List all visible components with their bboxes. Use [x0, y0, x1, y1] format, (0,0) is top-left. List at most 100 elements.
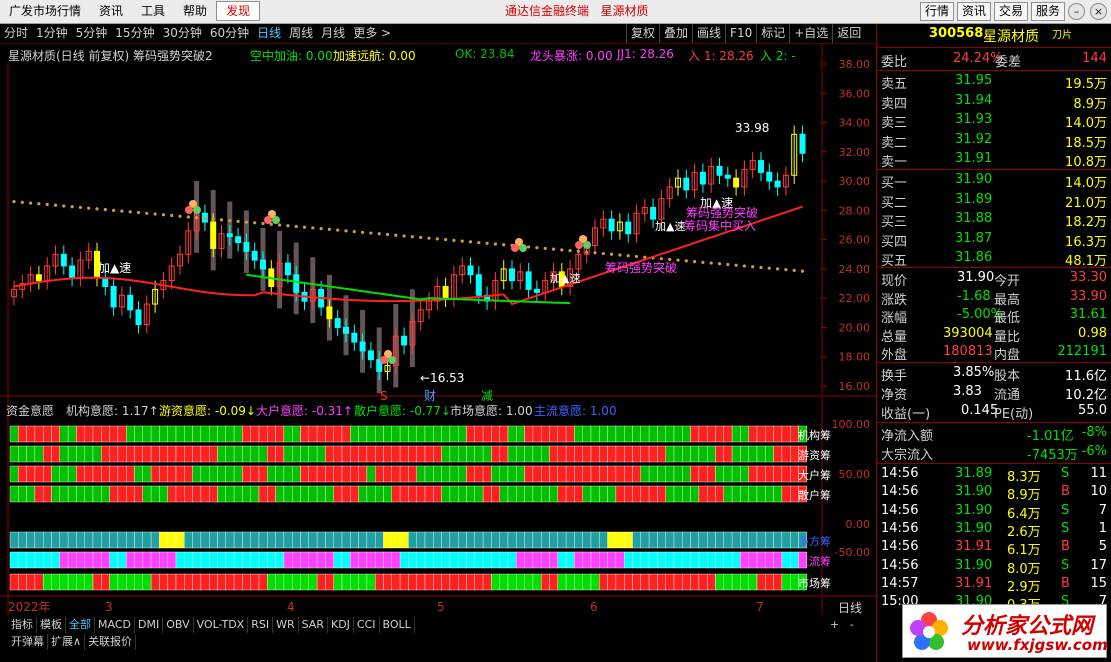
- mark-button[interactable]: 标记: [756, 24, 789, 43]
- indicator-cell: [250, 573, 260, 591]
- tab-vol-tdx[interactable]: VOL-TDX: [194, 617, 249, 633]
- dot-line-point: [759, 265, 763, 270]
- danmu-button[interactable]: 开弹幕: [8, 634, 48, 650]
- period-daily[interactable]: 日线: [253, 24, 285, 43]
- service-button[interactable]: 服务: [1030, 2, 1065, 21]
- indicator-cell: [665, 531, 675, 549]
- trade-button[interactable]: 交易: [993, 2, 1028, 21]
- date-label-1: 3: [105, 600, 113, 614]
- indicator-cell: [283, 425, 293, 443]
- indicator-row-label: 机构筹: [798, 428, 831, 442]
- indicator-tick-label: 100.00: [832, 418, 871, 431]
- stat-value: 33.30: [1069, 270, 1107, 285]
- menu-discover[interactable]: 发现: [216, 1, 261, 21]
- indicator-cell: [574, 551, 583, 569]
- indicator-cell: [524, 425, 534, 443]
- indicator-cell: [731, 485, 741, 503]
- dot-line-point: [742, 264, 747, 268]
- indicator-cell: [715, 531, 725, 549]
- related-quote-button[interactable]: 关联报价: [85, 634, 137, 650]
- tab-macd[interactable]: MACD: [95, 617, 135, 633]
- indicator-cell: [51, 485, 61, 503]
- fuquan-button[interactable]: 复权: [626, 24, 659, 43]
- period-monthly[interactable]: 月线: [317, 24, 349, 43]
- period-5min[interactable]: 5分钟: [72, 24, 112, 43]
- tab-muban[interactable]: 模板: [37, 617, 66, 633]
- tick-volume: 2.6万: [1007, 524, 1041, 540]
- period-weekly[interactable]: 周线: [285, 24, 317, 43]
- kline-chart[interactable]: 38.0036.0034.0032.0030.0028.0026.0024.00…: [0, 44, 876, 615]
- back-button[interactable]: 返回: [832, 24, 865, 43]
- menu-help[interactable]: 帮助: [174, 0, 216, 22]
- period-60min[interactable]: 60分钟: [206, 24, 253, 43]
- indicator-cell: [225, 551, 235, 569]
- indicator-cell: [125, 425, 135, 443]
- period-more[interactable]: 更多 >: [349, 24, 395, 43]
- indicator-cell: [458, 551, 467, 569]
- stat-label: 最高: [994, 292, 1021, 308]
- minimize-icon[interactable]: –: [1068, 3, 1085, 20]
- indicator-legend-4: 散户意愿: -0.77↓: [354, 403, 451, 418]
- tick-count: 1: [1098, 520, 1107, 536]
- dot-line-point: [610, 252, 614, 256]
- tab-kdj[interactable]: KDJ: [328, 617, 354, 633]
- indicator-cell: [408, 531, 417, 549]
- tab-all[interactable]: 全部: [66, 617, 95, 633]
- indicator-cell: [101, 573, 110, 591]
- indicator-cell: [599, 551, 608, 569]
- indicator-cell: [59, 445, 69, 463]
- indicator-cell: [399, 573, 409, 591]
- tick-price: 31.91: [955, 575, 993, 591]
- marker-s: S: [380, 389, 388, 403]
- tick-price: 31.91: [955, 539, 993, 555]
- f10-button[interactable]: F10: [725, 24, 756, 43]
- menu-news[interactable]: 资讯: [90, 0, 132, 22]
- tab-dmi[interactable]: DMI: [135, 617, 164, 633]
- price-tick-label: 34.00: [839, 117, 871, 130]
- tab-zhibiao[interactable]: 指标: [8, 617, 37, 633]
- indicator-cell: [599, 485, 608, 503]
- indicator-cell: [599, 445, 608, 463]
- flow-label: 净流入额: [881, 429, 934, 444]
- sell-row: 卖二 31.92 18.5万: [879, 131, 1109, 151]
- period-30min[interactable]: 30分钟: [159, 24, 206, 43]
- expand-button[interactable]: 扩展∧: [48, 634, 86, 650]
- news-button[interactable]: 资讯: [956, 2, 991, 21]
- tab-cci[interactable]: CCI: [354, 617, 380, 633]
- indicator-cell: [51, 425, 61, 443]
- indicator-cell: [59, 573, 69, 591]
- indicator-cell: [458, 445, 467, 463]
- indicator-cell: [756, 551, 766, 569]
- quote-button[interactable]: 行情: [919, 2, 954, 21]
- period-15min[interactable]: 15分钟: [111, 24, 158, 43]
- indicator-cell: [117, 445, 127, 463]
- menu-market[interactable]: 广发市场行情: [0, 0, 90, 22]
- close-icon[interactable]: ×: [1090, 3, 1107, 20]
- add-watchlist-button[interactable]: +自选: [789, 24, 832, 43]
- card-icon[interactable]: 刀片: [1052, 26, 1072, 41]
- indicator-cell: [740, 485, 749, 503]
- indicator-cell: [549, 531, 559, 549]
- tab-obv[interactable]: OBV: [163, 617, 194, 633]
- indicator-cell: [84, 531, 94, 549]
- draw-button[interactable]: 画线: [692, 24, 725, 43]
- period-1min[interactable]: 1分钟: [32, 24, 72, 43]
- sell-label: 卖三: [881, 116, 908, 131]
- indicator-row-label: 散户筹: [798, 488, 831, 502]
- period-fenshi[interactable]: 分时: [0, 24, 32, 43]
- indicator-cell: [292, 485, 301, 503]
- tab-boll[interactable]: BOLL: [380, 617, 415, 633]
- indicator-cell: [408, 425, 417, 443]
- buy-label: 买一: [881, 176, 908, 191]
- signal-dot-icon: [272, 216, 280, 224]
- dot-line-point: [626, 254, 630, 258]
- indicator-cell: [416, 485, 426, 503]
- sell-volume: 10.8万: [1065, 155, 1107, 170]
- tab-sar[interactable]: SAR: [299, 617, 328, 633]
- tab-wr[interactable]: WR: [273, 617, 299, 633]
- indicator-row-label: 多方筹: [798, 534, 831, 548]
- overlay-button[interactable]: 叠加: [659, 24, 692, 43]
- tab-rsi[interactable]: RSI: [248, 617, 274, 633]
- zoom-controls[interactable]: + -: [830, 618, 854, 631]
- menu-tools[interactable]: 工具: [132, 0, 174, 22]
